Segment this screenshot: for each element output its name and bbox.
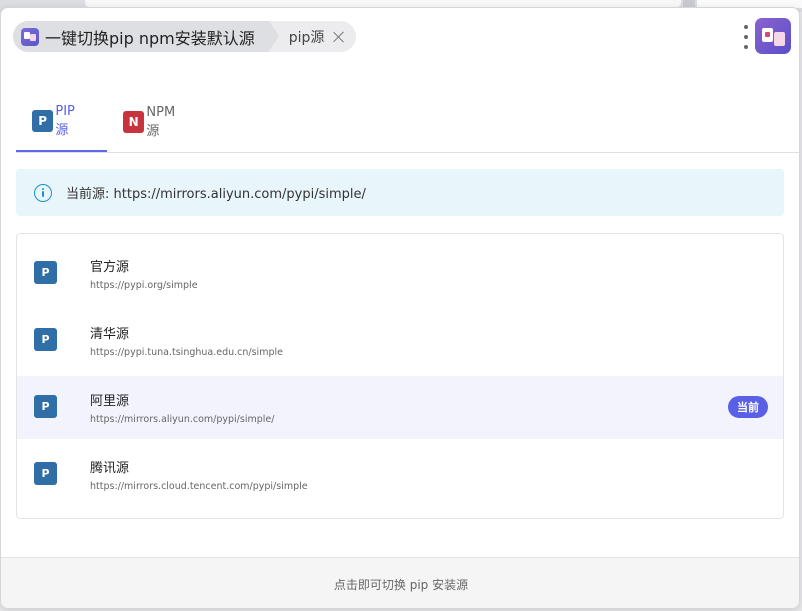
pip-badge-icon: P	[34, 462, 57, 485]
close-icon[interactable]	[332, 30, 346, 44]
breadcrumb: 一键切换pip npm安装默认源 pip源	[13, 21, 357, 52]
current-badge: 当前	[728, 396, 768, 418]
breadcrumb-tab[interactable]: pip源	[269, 21, 357, 52]
source-name: 阿里源	[90, 394, 130, 409]
pip-badge-icon: P	[32, 110, 54, 132]
source-url: https://mirrors.aliyun.com/pypi/simple/	[90, 414, 275, 425]
pip-badge-icon: P	[34, 328, 57, 351]
tab-npm-label: NPM 源	[146, 105, 176, 139]
more-vertical-icon[interactable]	[742, 25, 750, 49]
app-logo-icon	[21, 27, 39, 46]
app-logo-large-icon[interactable]	[755, 18, 791, 54]
plugin-window: 一键切换pip npm安装默认源 pip源 P PIP 源 N NPM 源 当前…	[0, 7, 800, 609]
header: 一键切换pip npm安装默认源 pip源	[1, 8, 799, 68]
tab-pip-label: PIP 源	[55, 104, 75, 138]
current-source-banner: 当前源: https://mirrors.aliyun.com/pypi/sim…	[16, 169, 784, 216]
pip-badge-icon: P	[34, 261, 57, 284]
npm-badge-icon: N	[123, 111, 145, 133]
footer: 点击即可切换 pip 安装源	[1, 557, 799, 608]
breadcrumb-app-title: 一键切换pip npm安装默认源	[45, 28, 255, 48]
source-name: 清华源	[90, 327, 130, 342]
breadcrumb-app[interactable]: 一键切换pip npm安装默认源	[13, 21, 279, 52]
list-item[interactable]: P 官方源 https://pypi.org/simple	[17, 242, 783, 305]
source-tabs: P PIP 源 N NPM 源	[16, 92, 799, 153]
list-item[interactable]: P 腾讯源 https://mirrors.cloud.tencent.com/…	[17, 443, 783, 506]
current-source-text: 当前源: https://mirrors.aliyun.com/pypi/sim…	[66, 187, 366, 202]
info-icon	[34, 183, 52, 202]
breadcrumb-tab-title: pip源	[288, 29, 325, 46]
footer-hint: 点击即可切换 pip 安装源	[333, 577, 469, 592]
source-url: https://pypi.org/simple	[90, 280, 198, 291]
tab-pip[interactable]: P PIP 源	[16, 92, 107, 152]
pip-badge-icon: P	[34, 395, 57, 418]
source-url: https://mirrors.cloud.tencent.com/pypi/s…	[90, 481, 308, 492]
source-url: https://pypi.tuna.tsinghua.edu.cn/simple	[90, 347, 283, 358]
list-item-active[interactable]: P 阿里源 https://mirrors.aliyun.com/pypi/si…	[17, 376, 783, 439]
source-list: P 官方源 https://pypi.org/simple P 清华源 http…	[16, 233, 784, 519]
source-name: 官方源	[90, 260, 130, 275]
source-name: 腾讯源	[90, 461, 130, 476]
list-item[interactable]: P 清华源 https://pypi.tuna.tsinghua.edu.cn/…	[17, 309, 783, 372]
tab-npm[interactable]: N NPM 源	[107, 92, 207, 152]
